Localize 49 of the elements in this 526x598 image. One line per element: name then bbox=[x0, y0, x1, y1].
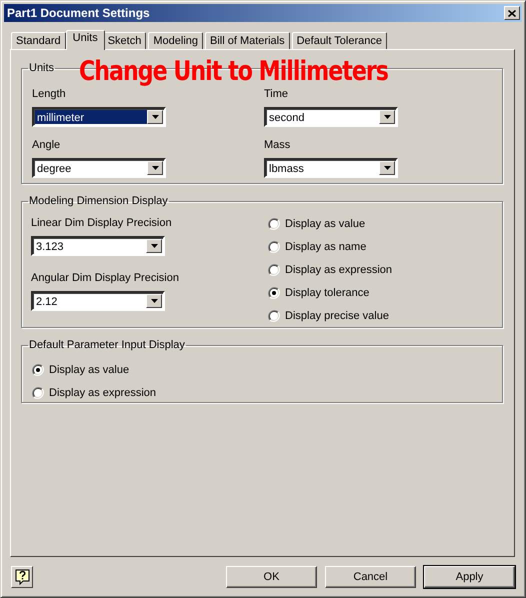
caret-icon bbox=[150, 244, 158, 248]
field-label: Mass bbox=[264, 139, 290, 152]
radio-option[interactable]: Display as expression bbox=[32, 386, 156, 400]
dropdown-button[interactable] bbox=[147, 110, 163, 124]
caret-icon bbox=[384, 115, 390, 119]
dropdown-button[interactable] bbox=[146, 294, 162, 308]
radio-option[interactable]: Display as expression bbox=[268, 263, 392, 277]
caret-icon bbox=[152, 115, 158, 119]
dropdown-button[interactable] bbox=[146, 239, 162, 253]
tab[interactable]: Modeling bbox=[148, 32, 203, 49]
group-title: Units bbox=[28, 62, 56, 74]
field-label: Angle bbox=[32, 139, 60, 152]
help-button[interactable] bbox=[11, 566, 33, 588]
dropdown[interactable]: 2.12 bbox=[31, 291, 165, 311]
tab[interactable]: Units bbox=[66, 30, 105, 50]
radio-option[interactable]: Display tolerance bbox=[268, 286, 370, 300]
dropdown[interactable]: millimeter bbox=[32, 107, 166, 127]
caret-icon bbox=[384, 166, 390, 170]
dropdown[interactable]: second bbox=[264, 107, 398, 127]
close-button[interactable] bbox=[504, 6, 520, 20]
caret-icon bbox=[150, 299, 158, 303]
group-title: Default Parameter Input Display bbox=[28, 339, 186, 351]
field-label: Length bbox=[32, 88, 66, 101]
dropdown[interactable]: 3.123 bbox=[31, 236, 165, 256]
dropdown[interactable]: degree bbox=[32, 158, 166, 178]
radio-option[interactable]: Display as name bbox=[268, 240, 366, 254]
close-icon bbox=[508, 10, 516, 16]
field-label: Angular Dim Display Precision bbox=[31, 272, 179, 285]
radio-option[interactable]: Display as value bbox=[268, 217, 366, 231]
group-title: Modeling Dimension Display bbox=[28, 195, 169, 207]
window-title: Part1 Document Settings bbox=[7, 6, 150, 20]
dialog-button[interactable]: Apply bbox=[424, 566, 515, 588]
dropdown-button[interactable] bbox=[379, 110, 395, 124]
dialog-button[interactable]: OK bbox=[226, 566, 317, 588]
annotation-text: Change Unit to Millimeters bbox=[79, 56, 388, 87]
field-label: Time bbox=[264, 88, 288, 101]
dialog-button[interactable]: Cancel bbox=[325, 566, 416, 588]
dropdown-button[interactable] bbox=[379, 161, 395, 175]
dropdown[interactable]: lbmass bbox=[264, 158, 398, 178]
tab[interactable]: Default Tolerance bbox=[292, 32, 387, 49]
help-icon bbox=[14, 569, 30, 585]
tab[interactable]: Sketch bbox=[102, 32, 146, 49]
radio-option[interactable]: Display precise value bbox=[268, 309, 389, 323]
caret-icon bbox=[152, 166, 158, 170]
tab[interactable]: Standard bbox=[11, 32, 66, 49]
radio-option[interactable]: Display as value bbox=[32, 363, 130, 377]
field-label: Linear Dim Display Precision bbox=[31, 217, 172, 230]
dropdown-button[interactable] bbox=[147, 161, 163, 175]
tab[interactable]: Bill of Materials bbox=[205, 32, 290, 49]
